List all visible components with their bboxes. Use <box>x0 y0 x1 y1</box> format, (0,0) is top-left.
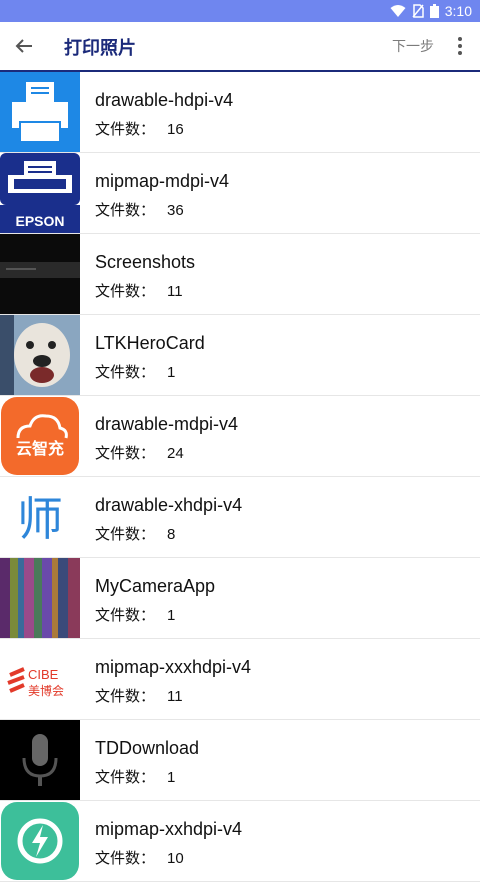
toolbar: 打印照片 下一步 <box>0 22 480 72</box>
file-count: 文件数： 1 <box>95 766 175 787</box>
cibe-logo-text: CIBE <box>28 667 59 682</box>
no-sim-icon <box>412 4 424 18</box>
folder-name: mipmap-xxxhdpi-v4 <box>95 657 252 677</box>
file-count: 文件数： 24 <box>95 442 184 463</box>
wifi-icon <box>390 5 406 17</box>
arrow-left-icon[interactable] <box>12 34 36 58</box>
lightning-logo-thumb <box>0 801 80 881</box>
shi-logo-icon: 师 <box>17 492 63 546</box>
file-count: 文件数： 11 <box>95 685 183 706</box>
glitch-photo <box>0 558 80 638</box>
folder-row[interactable]: 云智充 drawable-mdpi-v4 文件数： 24 <box>0 396 480 477</box>
file-count-value: 10 <box>167 850 184 867</box>
file-count-label: 文件数： <box>95 282 156 300</box>
battery-icon <box>429 4 439 18</box>
file-count: 文件数： 10 <box>95 847 184 868</box>
cibe-logo-subtext: 美博会 <box>28 683 64 698</box>
file-count: 文件数： 11 <box>95 280 183 301</box>
folder-row[interactable]: 师 drawable-xhdpi-v4 文件数： 8 <box>0 477 480 558</box>
file-count-value: 1 <box>167 769 176 786</box>
folder-row[interactable]: EPSON mipmap-mdpi-v4 文件数： 36 <box>0 153 480 234</box>
folder-list: drawable-hdpi-v4 文件数： 16 EPSON mipmap-mdp… <box>0 72 480 882</box>
file-count-label: 文件数： <box>95 201 156 219</box>
file-count-label: 文件数： <box>95 363 156 381</box>
folder-row[interactable]: TDDownload 文件数： 1 <box>0 720 480 801</box>
file-count-value: 1 <box>167 607 176 624</box>
folder-name: TDDownload <box>95 738 200 758</box>
file-count: 文件数： 36 <box>95 199 184 220</box>
next-step-button[interactable]: 下一步 <box>392 36 434 56</box>
file-count-value: 8 <box>167 526 176 543</box>
file-count-value: 11 <box>167 688 183 705</box>
file-count-label: 文件数： <box>95 849 156 867</box>
page-title: 打印照片 <box>64 38 136 59</box>
microphone-thumb <box>0 720 80 800</box>
status-time: 3:10 <box>444 3 472 19</box>
file-count-label: 文件数： <box>95 525 156 543</box>
status-icons: 3:10 <box>390 0 472 22</box>
shi-logo-text: 师 <box>17 492 63 546</box>
folder-row[interactable]: MyCameraApp 文件数： 1 <box>0 558 480 639</box>
printer-icon <box>12 82 68 143</box>
cibe-logo-icon: CIBE 美博会 <box>7 667 64 698</box>
folder-name: mipmap-xxhdpi-v4 <box>95 819 243 839</box>
cloud-logo-text: 云智充 <box>16 439 64 458</box>
file-count: 文件数： 1 <box>95 361 175 382</box>
file-count-value: 1 <box>167 364 176 381</box>
file-count-label: 文件数： <box>95 606 156 624</box>
file-count: 文件数： 16 <box>95 118 184 139</box>
epson-logo-icon: EPSON <box>0 153 80 233</box>
epson-thumb: EPSON <box>0 153 80 233</box>
folder-name: mipmap-mdpi-v4 <box>95 171 230 191</box>
file-count-label: 文件数： <box>95 444 156 462</box>
folder-row[interactable]: CIBE 美博会 mipmap-xxxhdpi-v4 文件数： 11 <box>0 639 480 720</box>
dog-photo-thumb <box>0 315 80 395</box>
folder-row[interactable]: LTKHeroCard 文件数： 1 <box>0 315 480 396</box>
microphone-icon <box>22 734 58 786</box>
folder-name: drawable-hdpi-v4 <box>95 90 234 110</box>
file-count-label: 文件数： <box>95 768 156 786</box>
folder-row[interactable]: drawable-hdpi-v4 文件数： 16 <box>0 72 480 153</box>
epson-logo-text: EPSON <box>15 213 64 229</box>
file-count-label: 文件数： <box>95 120 156 138</box>
glitch-photo-thumb <box>0 558 80 638</box>
lightning-logo-icon <box>1 802 79 880</box>
more-vertical-icon[interactable] <box>452 36 468 56</box>
file-count-value: 36 <box>167 202 184 219</box>
folder-name: drawable-mdpi-v4 <box>95 414 239 434</box>
cloud-logo-thumb: 云智充 <box>0 396 80 476</box>
cibe-logo-thumb: CIBE 美博会 <box>0 639 80 719</box>
dog-photo <box>0 315 80 395</box>
file-count-label: 文件数： <box>95 687 156 705</box>
screenshot-image <box>0 262 80 278</box>
file-count-value: 24 <box>167 445 184 462</box>
printer-thumb <box>0 72 80 152</box>
file-count: 文件数： 8 <box>95 523 175 544</box>
folder-row[interactable]: Screenshots 文件数： 11 <box>0 234 480 315</box>
file-count-value: 11 <box>167 283 183 300</box>
cloud-logo-icon: 云智充 <box>1 397 79 475</box>
status-bar: 3:10 <box>0 0 480 22</box>
folder-name: MyCameraApp <box>95 576 216 596</box>
screenshot-thumb <box>0 234 80 314</box>
folder-name: Screenshots <box>95 252 196 272</box>
folder-name: LTKHeroCard <box>95 333 205 353</box>
file-count: 文件数： 1 <box>95 604 175 625</box>
folder-row[interactable]: mipmap-xxhdpi-v4 文件数： 10 <box>0 801 480 882</box>
file-count-value: 16 <box>167 121 184 138</box>
shi-logo-thumb: 师 <box>0 477 80 557</box>
folder-name: drawable-xhdpi-v4 <box>95 495 243 515</box>
